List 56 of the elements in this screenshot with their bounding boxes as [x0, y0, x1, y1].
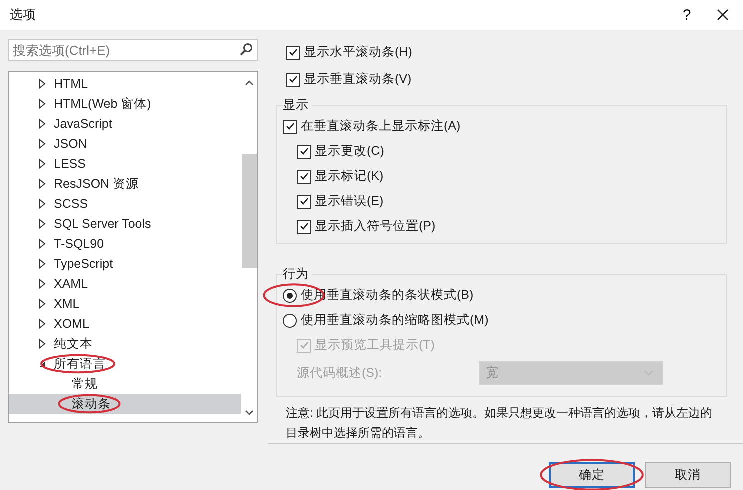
scroll-up-icon[interactable]	[244, 80, 254, 86]
checkbox[interactable]	[297, 144, 311, 158]
checkbox[interactable]	[283, 120, 297, 134]
checkbox[interactable]	[297, 194, 311, 208]
scroll-down-icon[interactable]	[244, 410, 254, 416]
checkbox-option[interactable]: 显示标记(K)	[283, 164, 726, 189]
group-title: 行为	[283, 266, 312, 283]
tree-item[interactable]: XOML	[9, 314, 241, 334]
tree-item[interactable]: SQL Server Tools	[9, 214, 241, 234]
window-title: 选项	[10, 6, 37, 24]
tree-item[interactable]: JavaScript	[9, 114, 241, 134]
tree-item[interactable]: XAML	[9, 274, 241, 294]
ok-button[interactable]: 确定	[549, 462, 635, 488]
check-icon	[298, 146, 310, 157]
check-icon	[288, 74, 298, 85]
tree-item[interactable]: JSON	[9, 134, 241, 154]
field-label: 源代码概述(S):	[297, 364, 384, 382]
checkbox[interactable]	[286, 72, 300, 86]
radio-button[interactable]	[283, 288, 297, 302]
checkbox-option[interactable]: 显示水平滚动条(H)	[276, 39, 727, 66]
tree-item[interactable]: 常规	[9, 374, 241, 394]
tree-item[interactable]: T-SQL90	[9, 234, 241, 254]
check-icon	[298, 340, 310, 351]
checkbox[interactable]	[297, 170, 311, 184]
tree-item[interactable]: HTML(Web 窗体)	[9, 94, 241, 114]
tree-item[interactable]: HTML	[9, 74, 241, 94]
check-icon	[284, 121, 296, 132]
checkbox-option[interactable]: 显示垂直滚动条(V)	[276, 66, 727, 93]
tree-item[interactable]: 所有语言	[9, 354, 241, 374]
scrollbar-thumb[interactable]	[242, 154, 256, 268]
tree-item[interactable]: XML	[9, 294, 241, 314]
checkbox-option[interactable]: 在垂直滚动条上显示标注(A)	[283, 114, 726, 139]
cancel-button[interactable]: 取消	[645, 462, 731, 488]
close-icon	[717, 9, 729, 21]
help-button[interactable]: ?	[671, 0, 703, 30]
checkbox-option[interactable]: 显示错误(E)	[283, 189, 726, 214]
tree-item[interactable]: ResJSON 资源	[9, 174, 241, 194]
radio-button[interactable]	[283, 314, 297, 328]
note-text: 注意: 此页用于设置所有语言的选项。如果只想更改一种语言的选项，请从左边的目录树中选择所需的语言。	[286, 405, 714, 442]
tree-item[interactable]: 纯文本	[9, 334, 241, 354]
group-title: 显示	[283, 97, 312, 114]
check-icon	[288, 47, 298, 58]
tree-item[interactable]: 滚动条	[9, 394, 241, 414]
tree-item[interactable]: LESS	[9, 154, 241, 174]
checkbox-option[interactable]: 显示插入符号位置(P)	[283, 214, 726, 239]
check-icon	[298, 221, 310, 232]
search-field[interactable]: 搜索选项(Ctrl+E)	[8, 39, 258, 61]
checkbox[interactable]	[286, 46, 300, 60]
checkbox-option[interactable]: 显示更改(C)	[283, 139, 726, 164]
checkbox[interactable]	[297, 220, 311, 234]
search-icon	[240, 43, 253, 56]
radio-option[interactable]: 使用垂直滚动条的缩略图模式(M)	[263, 308, 726, 333]
check-icon	[298, 196, 310, 207]
tree-item[interactable]: SCSS	[9, 194, 241, 214]
tree-item[interactable]: TypeScript	[9, 254, 241, 274]
check-icon	[298, 171, 310, 182]
